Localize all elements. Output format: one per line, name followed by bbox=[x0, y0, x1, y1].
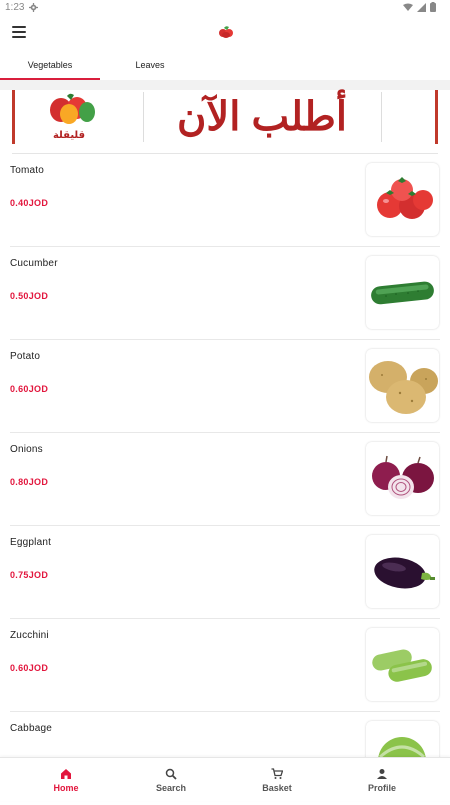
product-name: Tomato bbox=[10, 165, 44, 176]
product-name: Eggplant bbox=[10, 537, 52, 548]
product-item-zucchini[interactable]: Zucchini 0.60JOD bbox=[0, 619, 450, 712]
product-price: 0.80JOD bbox=[10, 477, 49, 487]
category-tabs: Vegetables Leaves bbox=[0, 50, 450, 80]
product-image[interactable] bbox=[366, 256, 439, 329]
tomato-icon bbox=[377, 177, 433, 219]
basket-icon bbox=[271, 768, 283, 779]
product-image[interactable] bbox=[366, 349, 439, 422]
app-logo-icon bbox=[219, 26, 233, 38]
system-icons bbox=[403, 2, 436, 12]
onion-icon bbox=[372, 455, 434, 499]
nav-home[interactable]: Home bbox=[13, 758, 119, 801]
battery-icon bbox=[430, 2, 436, 12]
nav-search[interactable]: Search bbox=[118, 758, 224, 801]
product-image[interactable] bbox=[366, 628, 439, 701]
product-item-potato[interactable]: Potato 0.60JOD bbox=[0, 340, 450, 433]
product-item-onions[interactable]: Onions 0.80JOD bbox=[0, 433, 450, 526]
wifi-icon bbox=[403, 3, 413, 11]
status-bar: 1:23 bbox=[0, 0, 450, 16]
nav-basket[interactable]: Basket bbox=[224, 758, 330, 801]
banner-vegetables-logo: قليقلة bbox=[50, 93, 95, 141]
product-name: Zucchini bbox=[10, 630, 49, 641]
product-price: 0.60JOD bbox=[10, 663, 49, 673]
product-image[interactable] bbox=[366, 535, 439, 608]
banner-logo-text: قليقلة bbox=[53, 130, 85, 141]
nav-profile[interactable]: Profile bbox=[329, 758, 435, 801]
product-item-tomato[interactable]: Tomato 0.40JOD bbox=[0, 154, 450, 247]
nav-home-label: Home bbox=[53, 783, 79, 793]
product-name: Onions bbox=[10, 444, 43, 455]
status-time: 1:23 bbox=[5, 2, 25, 13]
eggplant-icon bbox=[374, 557, 435, 589]
product-price: 0.50JOD bbox=[10, 291, 49, 301]
settings-gear-icon bbox=[29, 3, 38, 12]
promo-banner[interactable]: قليقلة أطلب الآن bbox=[12, 90, 438, 144]
product-name: Cucumber bbox=[10, 258, 58, 269]
product-item-cucumber[interactable]: Cucumber 0.50JOD bbox=[0, 247, 450, 340]
banner-title: أطلب الآن bbox=[177, 95, 347, 139]
banner-separator bbox=[381, 92, 382, 142]
nav-profile-label: Profile bbox=[367, 783, 396, 793]
hamburger-menu-icon[interactable] bbox=[12, 26, 26, 40]
profile-icon bbox=[377, 769, 387, 779]
product-image[interactable] bbox=[366, 163, 439, 236]
nav-basket-label: Basket bbox=[262, 783, 292, 793]
tabs-divider bbox=[0, 80, 450, 90]
product-item-eggplant[interactable]: Eggplant 0.75JOD bbox=[0, 526, 450, 619]
tab-vegetables[interactable]: Vegetables bbox=[0, 50, 100, 80]
product-name: Cabbage bbox=[10, 723, 52, 734]
product-price: 0.75JOD bbox=[10, 570, 49, 580]
tab-leaves[interactable]: Leaves bbox=[100, 50, 200, 80]
product-name: Potato bbox=[10, 351, 41, 362]
home-icon bbox=[61, 769, 71, 779]
bottom-navigation: Home Search Basket Profile bbox=[0, 757, 450, 801]
product-price: 0.60JOD bbox=[10, 384, 49, 394]
app-bar bbox=[0, 16, 450, 50]
product-price: 0.40JOD bbox=[10, 198, 49, 208]
potato-icon bbox=[369, 361, 438, 414]
cucumber-icon bbox=[371, 281, 434, 305]
zucchini-icon bbox=[372, 649, 432, 682]
product-image[interactable] bbox=[366, 442, 439, 515]
search-icon bbox=[165, 768, 177, 780]
signal-icon bbox=[417, 2, 426, 12]
nav-search-label: Search bbox=[155, 783, 187, 793]
